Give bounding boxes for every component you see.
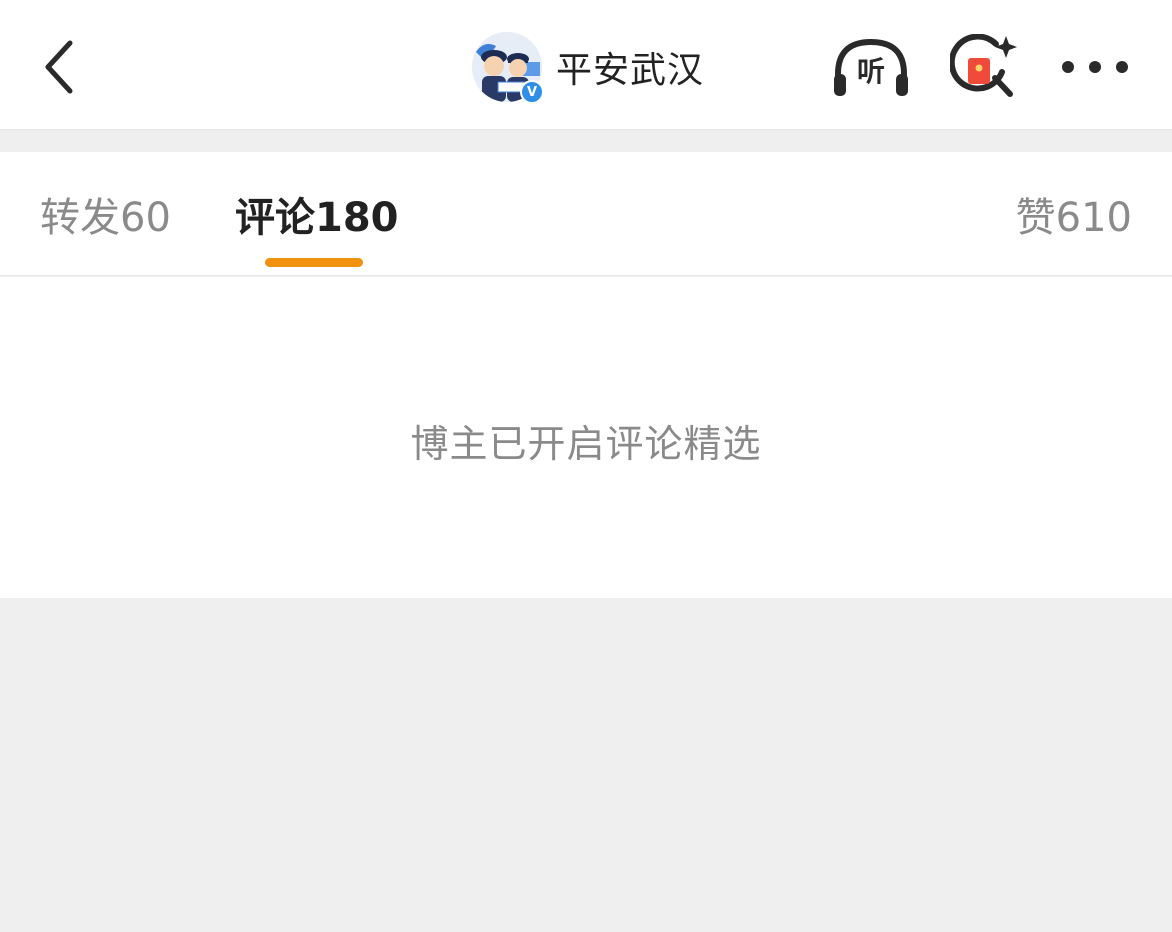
avatar[interactable]: V (472, 32, 544, 104)
account-name[interactable]: 平安武汉 (556, 41, 704, 93)
tab-repost-count: 60 (120, 195, 171, 241)
interaction-tabs: 转发60 评论180 赞610 (0, 152, 1172, 276)
comment-area: 博主已开启评论精选 (0, 277, 1172, 598)
verified-badge-icon: V (520, 80, 544, 104)
active-tab-indicator (265, 258, 363, 267)
red-packet-search-icon (950, 34, 1017, 97)
tab-comment-label: 评论 (235, 195, 315, 241)
back-button[interactable] (30, 34, 86, 100)
more-button[interactable] (1058, 34, 1132, 100)
empty-background (0, 598, 1172, 932)
tab-repost[interactable]: 转发60 (40, 192, 171, 244)
back-arrow-icon (45, 40, 73, 94)
tab-repost-label: 转发 (40, 195, 120, 241)
top-nav-bar: V 平安武汉 听 (0, 0, 1172, 130)
tab-comment[interactable]: 评论180 (235, 192, 399, 244)
tab-comment-count: 180 (315, 195, 399, 241)
red-packet-search-button[interactable] (950, 34, 1020, 100)
listen-button[interactable]: 听 (830, 34, 912, 100)
account-title[interactable]: V 平安武汉 (472, 32, 704, 104)
more-dots-icon (1062, 61, 1128, 73)
tab-like-count: 610 (1055, 195, 1132, 241)
tab-like-label: 赞 (1015, 195, 1056, 241)
curated-comments-notice: 博主已开启评论精选 (410, 422, 762, 466)
listen-label: 听 (856, 55, 885, 88)
tab-like[interactable]: 赞610 (1016, 192, 1132, 244)
